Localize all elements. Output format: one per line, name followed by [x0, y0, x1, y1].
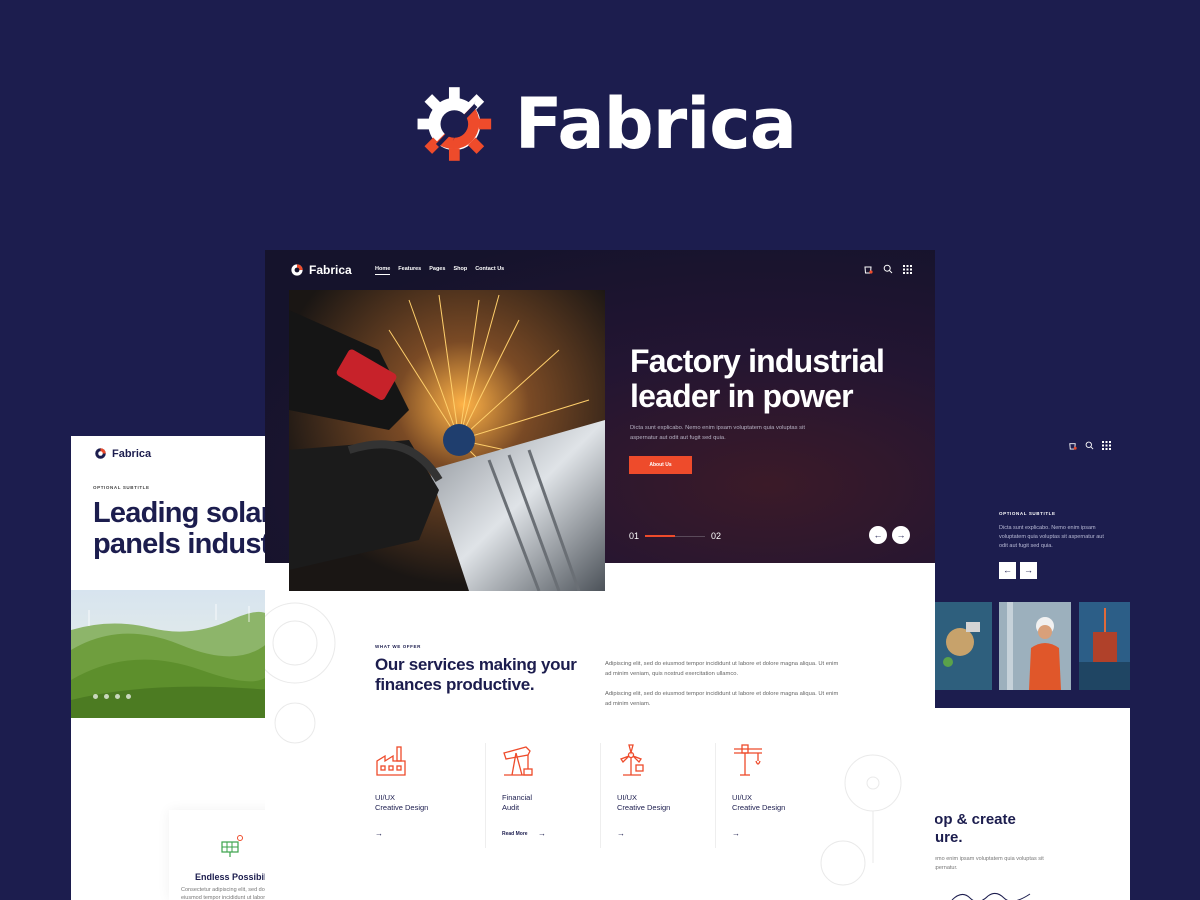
right-about-section: lop & create ture. Nemo enim ipsam volup…: [930, 708, 1130, 900]
services-eyebrow: WHAT WE OFFER: [375, 644, 421, 649]
right-about-text: Nemo enim ipsam voluptatem quia voluptas…: [930, 856, 1044, 871]
grid-menu-icon[interactable]: [1102, 441, 1111, 450]
services-section: WHAT WE OFFER Our services making your f…: [265, 563, 935, 900]
brand-header: Fabrica: [416, 72, 797, 176]
wind-turbine-icon: [620, 744, 644, 776]
valve-sketch-decoration: [820, 754, 902, 886]
left-preview-card: Fabrica OPTIONAL SUBTITLE Leading solar …: [71, 436, 271, 900]
left-title: Leading solar panels industry: [93, 497, 271, 560]
right-slider-arrows: ← →: [999, 562, 1037, 579]
right-hero: OPTIONAL SUBTITLE Dicta sunt explicabo. …: [930, 428, 1130, 602]
cart-icon[interactable]: [863, 264, 873, 274]
right-about-title: lop & create ture.: [930, 811, 1016, 846]
nav-icons: [863, 264, 912, 274]
cart-icon[interactable]: [1068, 441, 1077, 450]
grid-menu-icon[interactable]: [903, 264, 912, 274]
main-preview-card: Fabrica Home Features Pages Shop Contact…: [265, 250, 935, 900]
engineer-photo: [999, 602, 1071, 690]
nav-item-home[interactable]: Home: [375, 266, 391, 275]
right-header-icons: [1068, 441, 1111, 450]
prev-arrow-button[interactable]: ←: [999, 562, 1016, 579]
slide-next-number[interactable]: 02: [711, 531, 721, 541]
social-links: [93, 694, 131, 699]
left-subtitle: OPTIONAL SUBTITLE: [93, 485, 150, 490]
feature-title: Endless Possibilities: [195, 872, 271, 882]
facebook-icon[interactable]: [93, 694, 98, 699]
hero-next-arrow-button[interactable]: →: [892, 526, 910, 544]
solar-panel-icon: [221, 835, 243, 857]
gear-logo-icon: [291, 264, 303, 276]
about-us-button[interactable]: About Us: [629, 456, 692, 474]
hero-text: Dicta sunt explicabo. Nemo enim ipsam vo…: [630, 425, 805, 441]
left-logo[interactable]: Fabrica: [93, 446, 151, 461]
service-label: UI/UX Creative Design: [617, 793, 671, 812]
service-label: UI/UX Creative Design: [375, 793, 429, 812]
service-arrow-icon[interactable]: →: [617, 829, 625, 838]
slide-current-number: 01: [629, 531, 640, 541]
right-subtitle: OPTIONAL SUBTITLE: [999, 511, 1056, 516]
service-label: Financial Audit: [502, 793, 533, 812]
feature-card: Endless Possibilities Consectetur adipis…: [169, 810, 271, 900]
service-arrow-icon[interactable]: →: [375, 829, 383, 838]
nav-item-contact[interactable]: Contact Us: [475, 266, 504, 275]
nav-item-pages[interactable]: Pages: [429, 266, 445, 275]
next-arrow-button[interactable]: →: [1020, 562, 1037, 579]
brand-name: Fabrica: [514, 83, 797, 165]
gear-sketch-decoration: [265, 602, 336, 744]
read-more-link[interactable]: Read More: [502, 831, 528, 837]
nav-logo-name: Fabrica: [309, 263, 352, 277]
services-paragraph: Adipiscing elit, sed do eiusmod tempor i…: [605, 661, 839, 677]
service-arrow-icon[interactable]: →: [732, 829, 740, 838]
hero-section: Fabrica Home Features Pages Shop Contact…: [265, 250, 935, 591]
right-text: Dicta sunt explicabo. Nemo enim ipsam vo…: [999, 525, 1104, 549]
service-item[interactable]: UI/UX Creative Design →: [600, 743, 712, 848]
service-arrow-icon[interactable]: →: [538, 829, 546, 838]
service-item[interactable]: UI/UX Creative Design →: [715, 743, 827, 848]
welding-sparks-photo: [289, 290, 605, 591]
gear-logo-icon: [95, 448, 106, 459]
machinery-photo: [930, 602, 992, 690]
signature-image: [951, 892, 1031, 900]
nav-logo[interactable]: Fabrica: [289, 262, 352, 278]
instagram-icon[interactable]: [115, 694, 120, 699]
main-navbar: Fabrica Home Features Pages Shop Contact…: [265, 250, 935, 290]
service-label: UI/UX Creative Design: [732, 793, 786, 812]
left-logo-name: Fabrica: [112, 447, 152, 460]
hero-title: Factory industrial leader in power: [630, 343, 885, 414]
pinterest-icon[interactable]: [126, 694, 131, 699]
search-icon[interactable]: [1085, 441, 1094, 450]
search-icon[interactable]: [883, 264, 893, 274]
services-title: Our services making your finances produc…: [375, 655, 577, 694]
service-item[interactable]: UI/UX Creative Design →: [375, 743, 487, 848]
right-photo-strip: [930, 602, 1130, 708]
nav-item-shop[interactable]: Shop: [453, 266, 467, 275]
oil-rig-photo: [1079, 602, 1130, 690]
oil-pump-icon: [503, 746, 533, 776]
feature-text: Consectetur adipiscing elit, sed do eius…: [181, 887, 269, 900]
services-paragraph: Adipiscing elit, sed do eiusmod tempor i…: [605, 691, 839, 707]
slide-progress-fill: [645, 535, 675, 537]
hero-prev-arrow-button[interactable]: ←: [869, 526, 887, 544]
gear-logo-icon: [417, 87, 492, 161]
service-item[interactable]: Financial Audit Read More →: [485, 743, 597, 848]
nav-item-features[interactable]: Features: [398, 266, 421, 275]
right-preview-card: OPTIONAL SUBTITLE Dicta sunt explicabo. …: [930, 428, 1130, 900]
factory-icon: [376, 746, 406, 776]
nav-menu: Home Features Pages Shop Contact Us: [375, 266, 504, 275]
crane-icon: [734, 744, 762, 776]
twitter-icon[interactable]: [104, 694, 109, 699]
